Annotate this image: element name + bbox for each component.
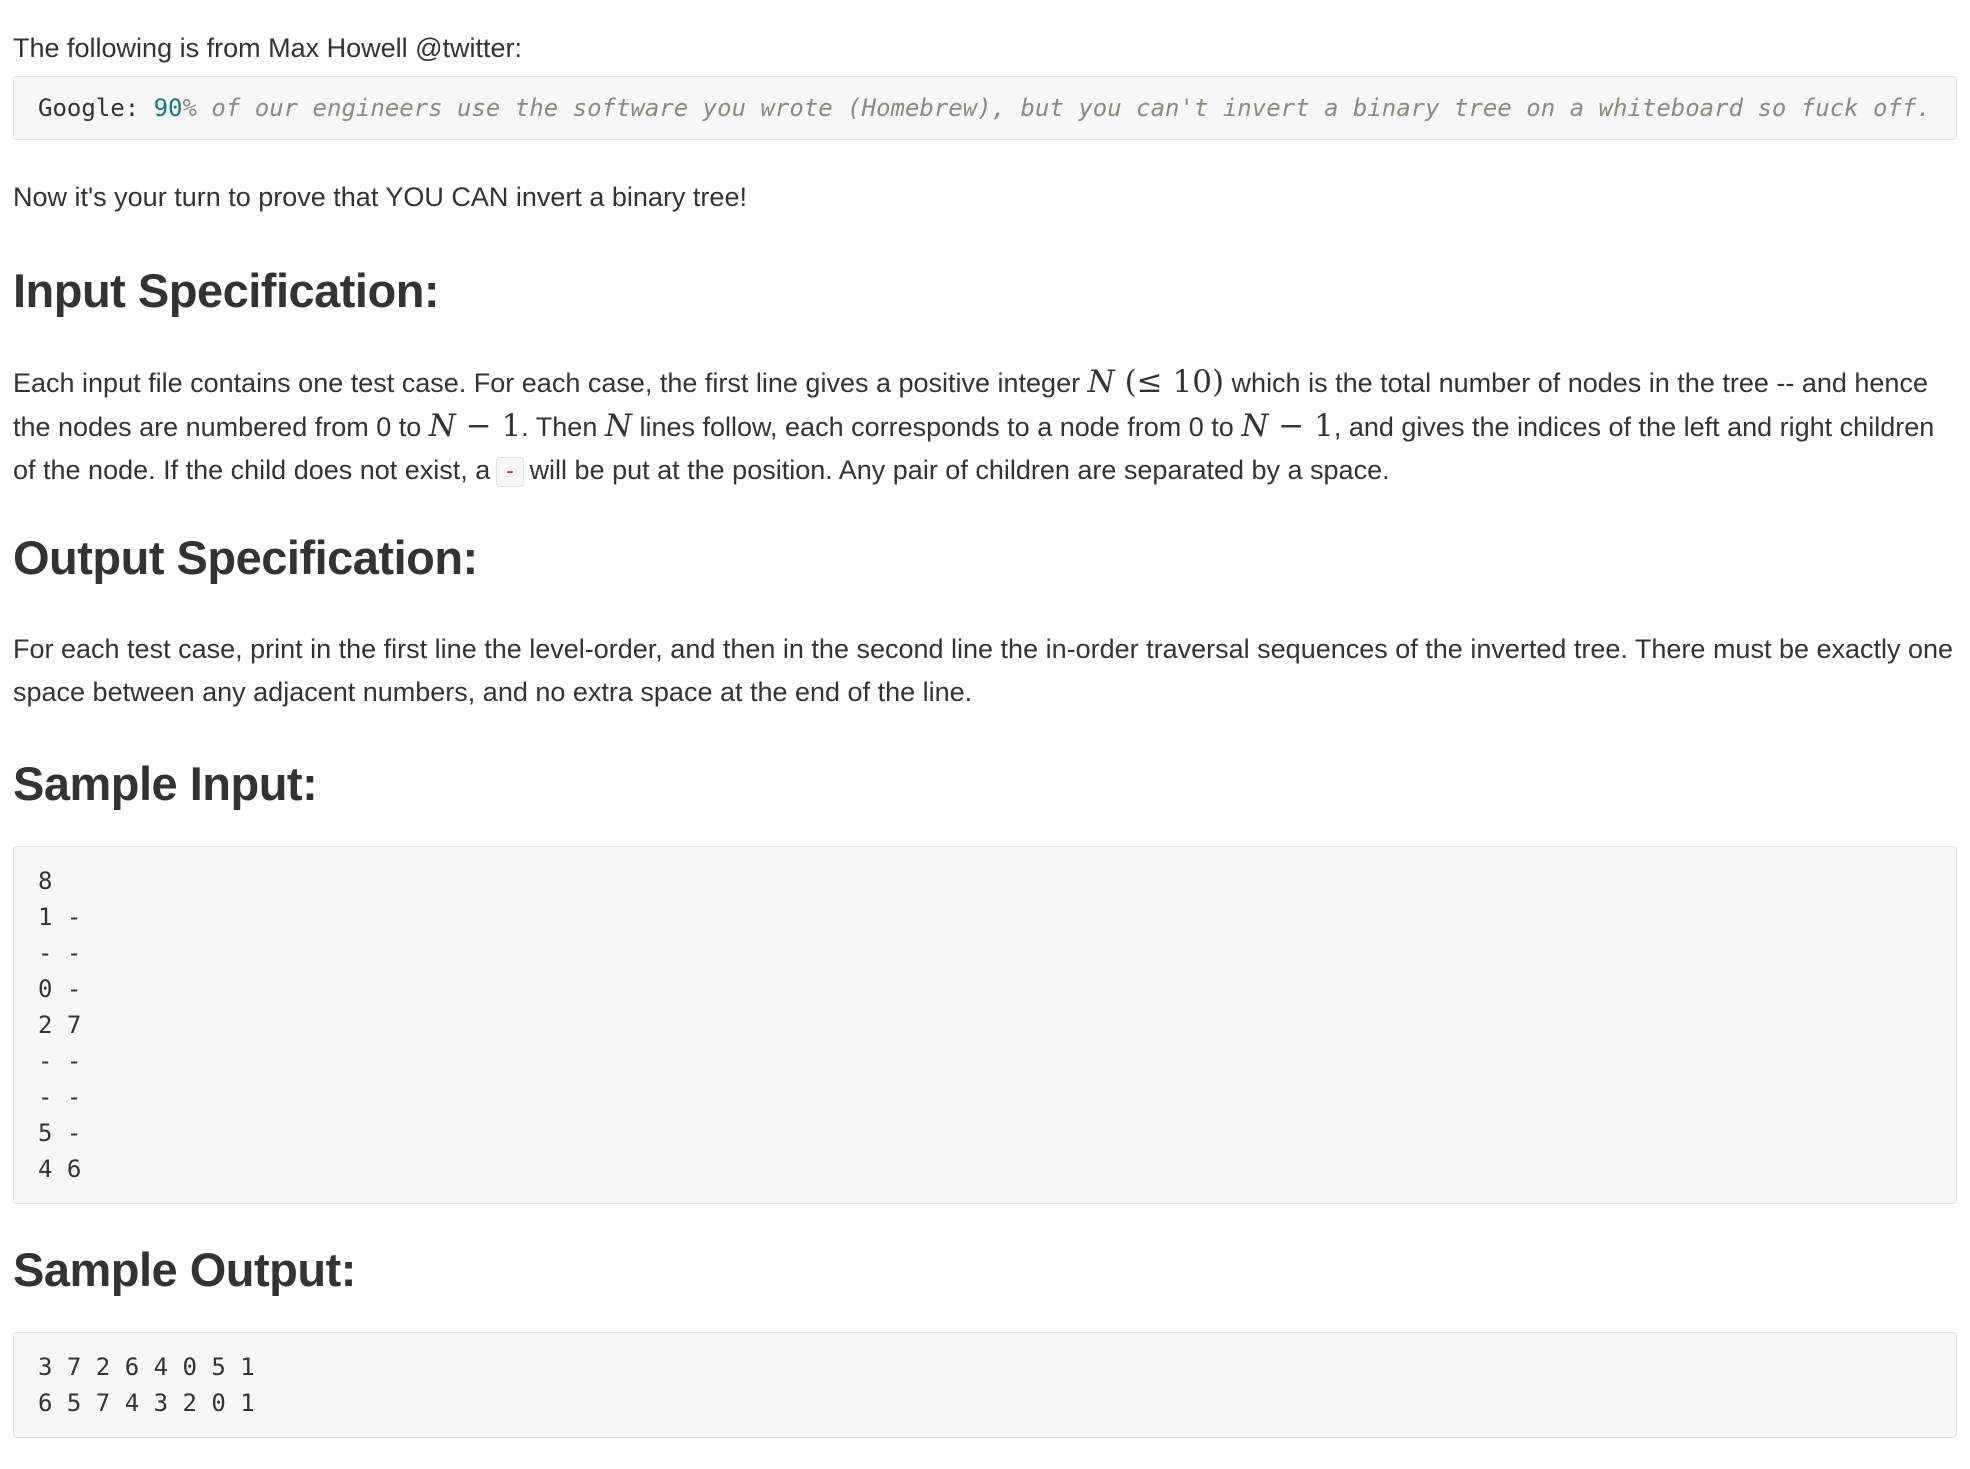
code-line: 4 6 <box>38 1155 82 1183</box>
code-line: 2 7 <box>38 1011 82 1039</box>
problem-page: The following is from Max Howell @twitte… <box>0 27 1970 1469</box>
sample-output-block: 3 7 2 6 4 0 5 1 6 5 7 4 3 2 0 1 <box>13 1332 1957 1438</box>
code-line: 8 <box>38 867 53 895</box>
math-n: N <box>428 408 456 444</box>
output-spec-text: For each test case, print in the first l… <box>13 634 1954 707</box>
code-line: 1 - <box>38 903 82 931</box>
math-minus-1: − 1 <box>1268 408 1334 444</box>
sample-input-block: 8 1 - - - 0 - 2 7 - - - - 5 - 4 6 <box>13 846 1957 1204</box>
code-line: 5 - <box>38 1119 82 1147</box>
sample-output-heading: Sample Output: <box>13 1243 356 1296</box>
challenge-text: Now it's your turn to prove that YOU CAN… <box>13 182 747 212</box>
quote-number: 90 <box>153 94 183 122</box>
quote-rest: % of our engineers use the software you … <box>182 94 1931 122</box>
input-spec-heading: Input Specification: <box>13 264 440 317</box>
math-le-10: (≤ 10) <box>1114 364 1225 400</box>
code-line: - - <box>38 939 82 967</box>
math-n: N <box>1241 408 1269 444</box>
code-line: 6 5 7 4 3 2 0 1 <box>38 1389 255 1417</box>
code-line: - - <box>38 1083 82 1111</box>
output-spec-heading: Output Specification: <box>13 531 478 584</box>
math-minus-1: − 1 <box>455 408 522 444</box>
input-spec-part: Each input file contains one test case. … <box>13 368 1088 398</box>
code-line: 0 - <box>38 975 82 1003</box>
math-n: N <box>1087 364 1115 400</box>
inline-code-dash: - <box>496 456 524 487</box>
intro-text: The following is from Max Howell @twitte… <box>13 33 523 63</box>
input-spec-part: lines follow, each corresponds to a node… <box>631 412 1242 442</box>
input-spec-text: Each input file contains one test case. … <box>13 361 1957 492</box>
code-line: 3 7 2 6 4 0 5 1 <box>38 1353 255 1381</box>
input-spec-part: will be put at the position. Any pair of… <box>529 455 1390 485</box>
quote-code-block: Google: 90% of our engineers use the sof… <box>13 76 1957 140</box>
quote-key: Google: <box>38 94 154 122</box>
math-n: N <box>604 408 632 444</box>
code-line: - - <box>38 1047 82 1075</box>
input-spec-part: . Then <box>521 412 605 442</box>
sample-input-heading: Sample Input: <box>13 757 318 810</box>
